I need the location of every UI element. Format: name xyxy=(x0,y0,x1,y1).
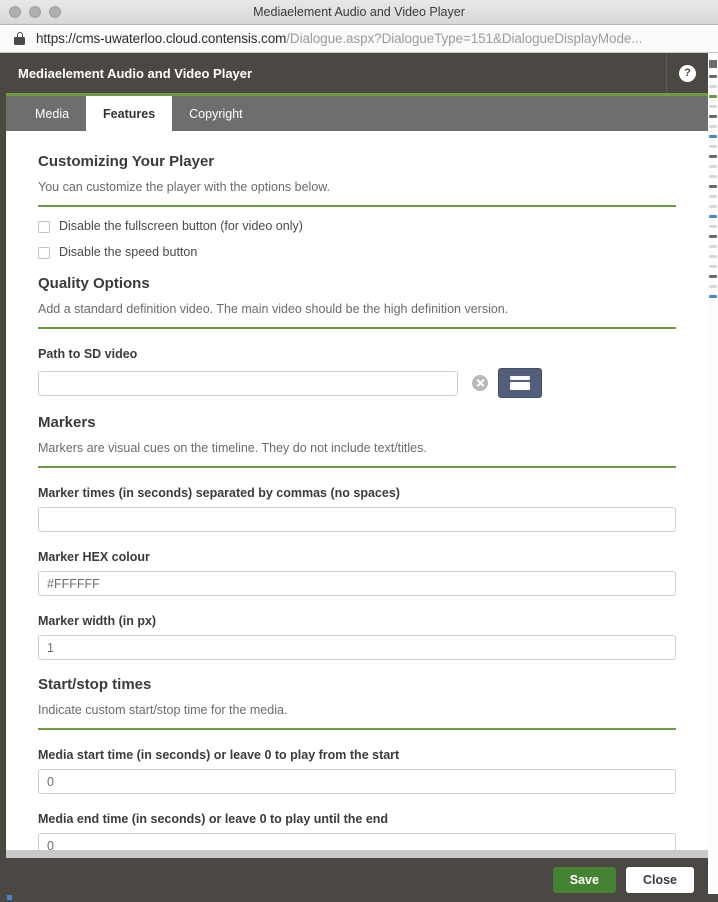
path-to-sd-video-label: Path to SD video xyxy=(38,347,138,361)
media-end-time-input[interactable] xyxy=(38,833,676,850)
clear-circle-icon[interactable] xyxy=(472,375,488,391)
section-title-startstop: Start/stop times xyxy=(38,676,152,693)
footer-separator xyxy=(6,850,708,858)
help-icon[interactable]: ? xyxy=(679,64,696,82)
marker-times-label: Marker times (in seconds) separated by c… xyxy=(38,486,400,500)
media-start-time-input[interactable] xyxy=(38,769,676,794)
disable-speed-label: Disable the speed button xyxy=(59,245,198,259)
minimize-window-button[interactable] xyxy=(29,6,41,18)
path-to-sd-video-input[interactable] xyxy=(38,370,458,396)
dialog-tabbar: Media Features Copyright xyxy=(6,96,708,131)
path-to-sd-video-row xyxy=(38,368,676,398)
section-title-markers: Markers xyxy=(38,414,96,431)
disable-speed-checkbox[interactable] xyxy=(38,247,50,259)
media-start-time-label: Media start time (in seconds) or leave 0… xyxy=(38,748,400,762)
close-window-button[interactable] xyxy=(9,6,21,18)
save-button[interactable]: Save xyxy=(552,867,616,893)
tab-media[interactable]: Media xyxy=(18,96,86,131)
section-divider-startstop xyxy=(38,728,676,730)
section-divider-customizing xyxy=(38,205,676,207)
media-end-time-label: Media end time (in seconds) or leave 0 t… xyxy=(38,812,389,826)
dialog-header: Mediaelement Audio and Video Player ? xyxy=(6,53,708,96)
url-domain: https://cms-uwaterloo.cloud.contensis.co… xyxy=(36,31,287,46)
checkbox-row-disable-speed[interactable]: Disable the speed button xyxy=(38,246,676,259)
zoom-window-button[interactable] xyxy=(49,6,61,18)
dialog-header-actions: ? xyxy=(666,53,708,93)
marker-times-input[interactable] xyxy=(38,507,676,532)
close-button[interactable]: Close xyxy=(625,867,694,893)
marker-width-label: Marker width (in px) xyxy=(38,614,157,628)
disable-fullscreen-checkbox[interactable] xyxy=(38,221,50,233)
window-controls[interactable] xyxy=(0,6,61,18)
url-text: https://cms-uwaterloo.cloud.contensis.co… xyxy=(36,31,642,46)
browser-titlebar: Mediaelement Audio and Video Player xyxy=(0,0,718,25)
marker-hex-colour-input[interactable] xyxy=(38,571,676,596)
background-page-bottom-marker xyxy=(7,895,12,900)
url-path: /Dialogue.aspx?DialogueType=151&Dialogue… xyxy=(286,31,643,46)
tab-features[interactable]: Features xyxy=(86,96,173,131)
window-title: Mediaelement Audio and Video Player xyxy=(253,5,465,19)
section-desc-quality: Add a standard definition video. The mai… xyxy=(38,302,509,316)
dialog-body: Customizing Your Player You can customiz… xyxy=(6,131,708,850)
checkbox-row-disable-fullscreen[interactable]: Disable the fullscreen button (for video… xyxy=(38,220,676,233)
lock-icon xyxy=(14,31,25,46)
page-backdrop: Mediaelement Audio and Video Player ? Me… xyxy=(0,53,718,902)
section-desc-customizing: You can customize the player with the op… xyxy=(38,180,331,194)
section-divider-markers xyxy=(38,466,676,468)
section-title-quality: Quality Options xyxy=(38,275,150,292)
tab-copyright[interactable]: Copyright xyxy=(172,96,260,131)
browse-folder-button[interactable] xyxy=(498,368,542,398)
dialog-title: Mediaelement Audio and Video Player xyxy=(18,65,253,81)
background-page-right-edge xyxy=(708,53,718,902)
section-desc-markers: Markers are visual cues on the timeline.… xyxy=(38,441,427,455)
section-title-customizing: Customizing Your Player xyxy=(38,153,215,170)
folder-icon xyxy=(510,376,530,390)
modal-dialog: Mediaelement Audio and Video Player ? Me… xyxy=(6,53,708,902)
section-divider-quality xyxy=(38,327,676,329)
marker-hex-colour-label: Marker HEX colour xyxy=(38,550,150,564)
disable-fullscreen-label: Disable the fullscreen button (for video… xyxy=(59,219,303,233)
section-desc-startstop: Indicate custom start/stop time for the … xyxy=(38,703,288,717)
browser-url-bar[interactable]: https://cms-uwaterloo.cloud.contensis.co… xyxy=(0,25,718,53)
marker-width-input[interactable] xyxy=(38,635,676,660)
